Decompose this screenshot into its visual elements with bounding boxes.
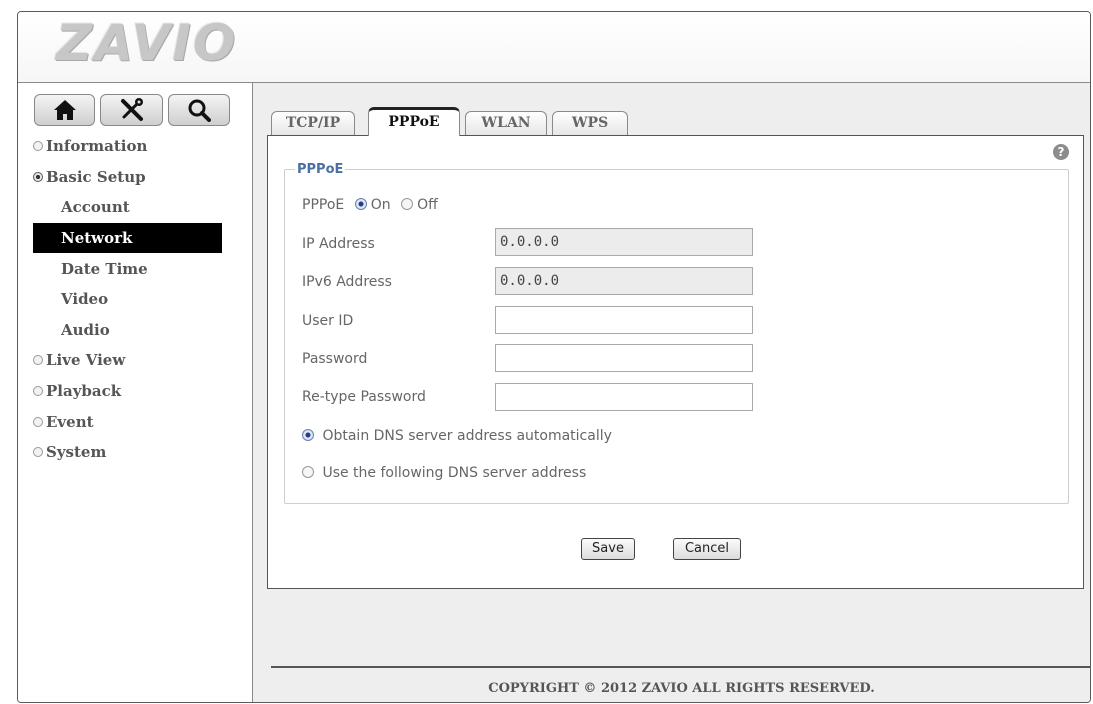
sidebar-item-event[interactable]: Event (33, 406, 243, 437)
tab-pppoe[interactable]: PPPoE (368, 107, 460, 136)
sidebar-item-information[interactable]: Information (33, 131, 243, 162)
sidebar-item-label: Account (61, 198, 130, 217)
sidebar-item-label: Live View (46, 351, 126, 370)
main-content: TCP/IP PPPoE WLAN WPS ? PPPoE PPPoE On O… (253, 83, 1090, 702)
password-label: Password (302, 351, 368, 367)
app-frame: ZAVIO Information Basic Setup Account Ne… (17, 11, 1091, 703)
cancel-button[interactable]: Cancel (673, 538, 741, 560)
sidebar-item-date-time[interactable]: Date Time (33, 253, 243, 284)
tab-tcp-ip[interactable]: TCP/IP (271, 111, 355, 135)
pppoe-off-label[interactable]: Off (417, 197, 438, 213)
header: ZAVIO (18, 12, 1090, 83)
sidebar-item-audio[interactable]: Audio (33, 315, 243, 346)
dns-manual-label[interactable]: Use the following DNS server address (322, 465, 586, 481)
ipv6-address-field: 0.0.0.0 (495, 267, 753, 295)
sidebar-item-label: Video (61, 290, 109, 309)
sidebar-item-network[interactable]: Network (33, 222, 222, 254)
pppoe-on-radio[interactable] (354, 198, 367, 210)
pppoe-on-label[interactable]: On (371, 197, 391, 213)
sidebar-item-system[interactable]: System (33, 437, 243, 468)
sidebar-item-basic-setup[interactable]: Basic Setup (33, 162, 243, 193)
sidebar-item-label: System (46, 443, 107, 462)
tab-wlan[interactable]: WLAN (465, 111, 547, 135)
sidebar-item-label: Network (61, 229, 133, 248)
save-button[interactable]: Save (581, 538, 635, 560)
ip-address-label: IP Address (302, 236, 375, 252)
fieldset-legend: PPPoE (297, 162, 344, 177)
dns-auto-row[interactable]: Obtain DNS server address automatically (302, 428, 612, 444)
expanded-bullet-icon (33, 171, 43, 182)
retype-password-input[interactable] (495, 383, 753, 411)
search-icon (188, 99, 211, 122)
collapsed-bullet-icon (33, 447, 43, 458)
sidebar-nav: Information Basic Setup Account Network … (33, 131, 243, 468)
ip-address-field: 0.0.0.0 (495, 228, 753, 256)
copyright-footer: COPYRIGHT © 2012 ZAVIO ALL RIGHTS RESERV… (488, 681, 875, 696)
sidebar: Information Basic Setup Account Network … (18, 83, 253, 702)
home-button[interactable] (34, 94, 95, 126)
pppoe-toggle-row: PPPoE On Off (302, 197, 438, 213)
dns-manual-row[interactable]: Use the following DNS server address (302, 465, 586, 481)
collapsed-bullet-icon (33, 141, 43, 152)
sidebar-item-playback[interactable]: Playback (33, 376, 243, 407)
user-id-input[interactable] (495, 306, 753, 334)
sidebar-item-live-view[interactable]: Live View (33, 345, 243, 376)
sidebar-item-label: Audio (61, 320, 110, 339)
sidebar-item-account[interactable]: Account (33, 192, 243, 223)
sidebar-item-label: Event (46, 412, 94, 431)
ipv6-address-label: IPv6 Address (302, 274, 392, 290)
home-icon (53, 100, 76, 120)
search-button[interactable] (168, 94, 230, 126)
retype-password-label: Re-type Password (302, 389, 426, 405)
sidebar-item-label: Basic Setup (46, 167, 146, 186)
dns-manual-radio[interactable] (302, 466, 314, 478)
pppoe-label: PPPoE (302, 197, 345, 213)
pppoe-panel: ? PPPoE PPPoE On Off IP Address 0.0.0.0 … (267, 135, 1084, 589)
dns-auto-label[interactable]: Obtain DNS server address automatically (322, 428, 611, 444)
pppoe-off-radio[interactable] (401, 198, 414, 210)
setup-button[interactable] (100, 94, 163, 126)
collapsed-bullet-icon (33, 386, 43, 397)
password-input[interactable] (495, 344, 753, 372)
user-id-label: User ID (302, 313, 354, 329)
footer-divider (271, 666, 1090, 668)
tab-wps[interactable]: WPS (552, 111, 628, 135)
dns-auto-radio[interactable] (302, 429, 314, 441)
help-icon[interactable]: ? (1053, 144, 1069, 160)
sidebar-item-label: Date Time (61, 259, 148, 278)
tools-icon (120, 98, 143, 121)
pppoe-fieldset: PPPoE PPPoE On Off IP Address 0.0.0.0 IP… (284, 162, 1069, 504)
collapsed-bullet-icon (33, 416, 43, 427)
sidebar-item-label: Playback (46, 382, 122, 401)
sidebar-item-label: Information (46, 137, 148, 156)
sidebar-item-video[interactable]: Video (33, 284, 243, 315)
zavio-logo: ZAVIO (56, 14, 238, 72)
collapsed-bullet-icon (33, 355, 43, 366)
